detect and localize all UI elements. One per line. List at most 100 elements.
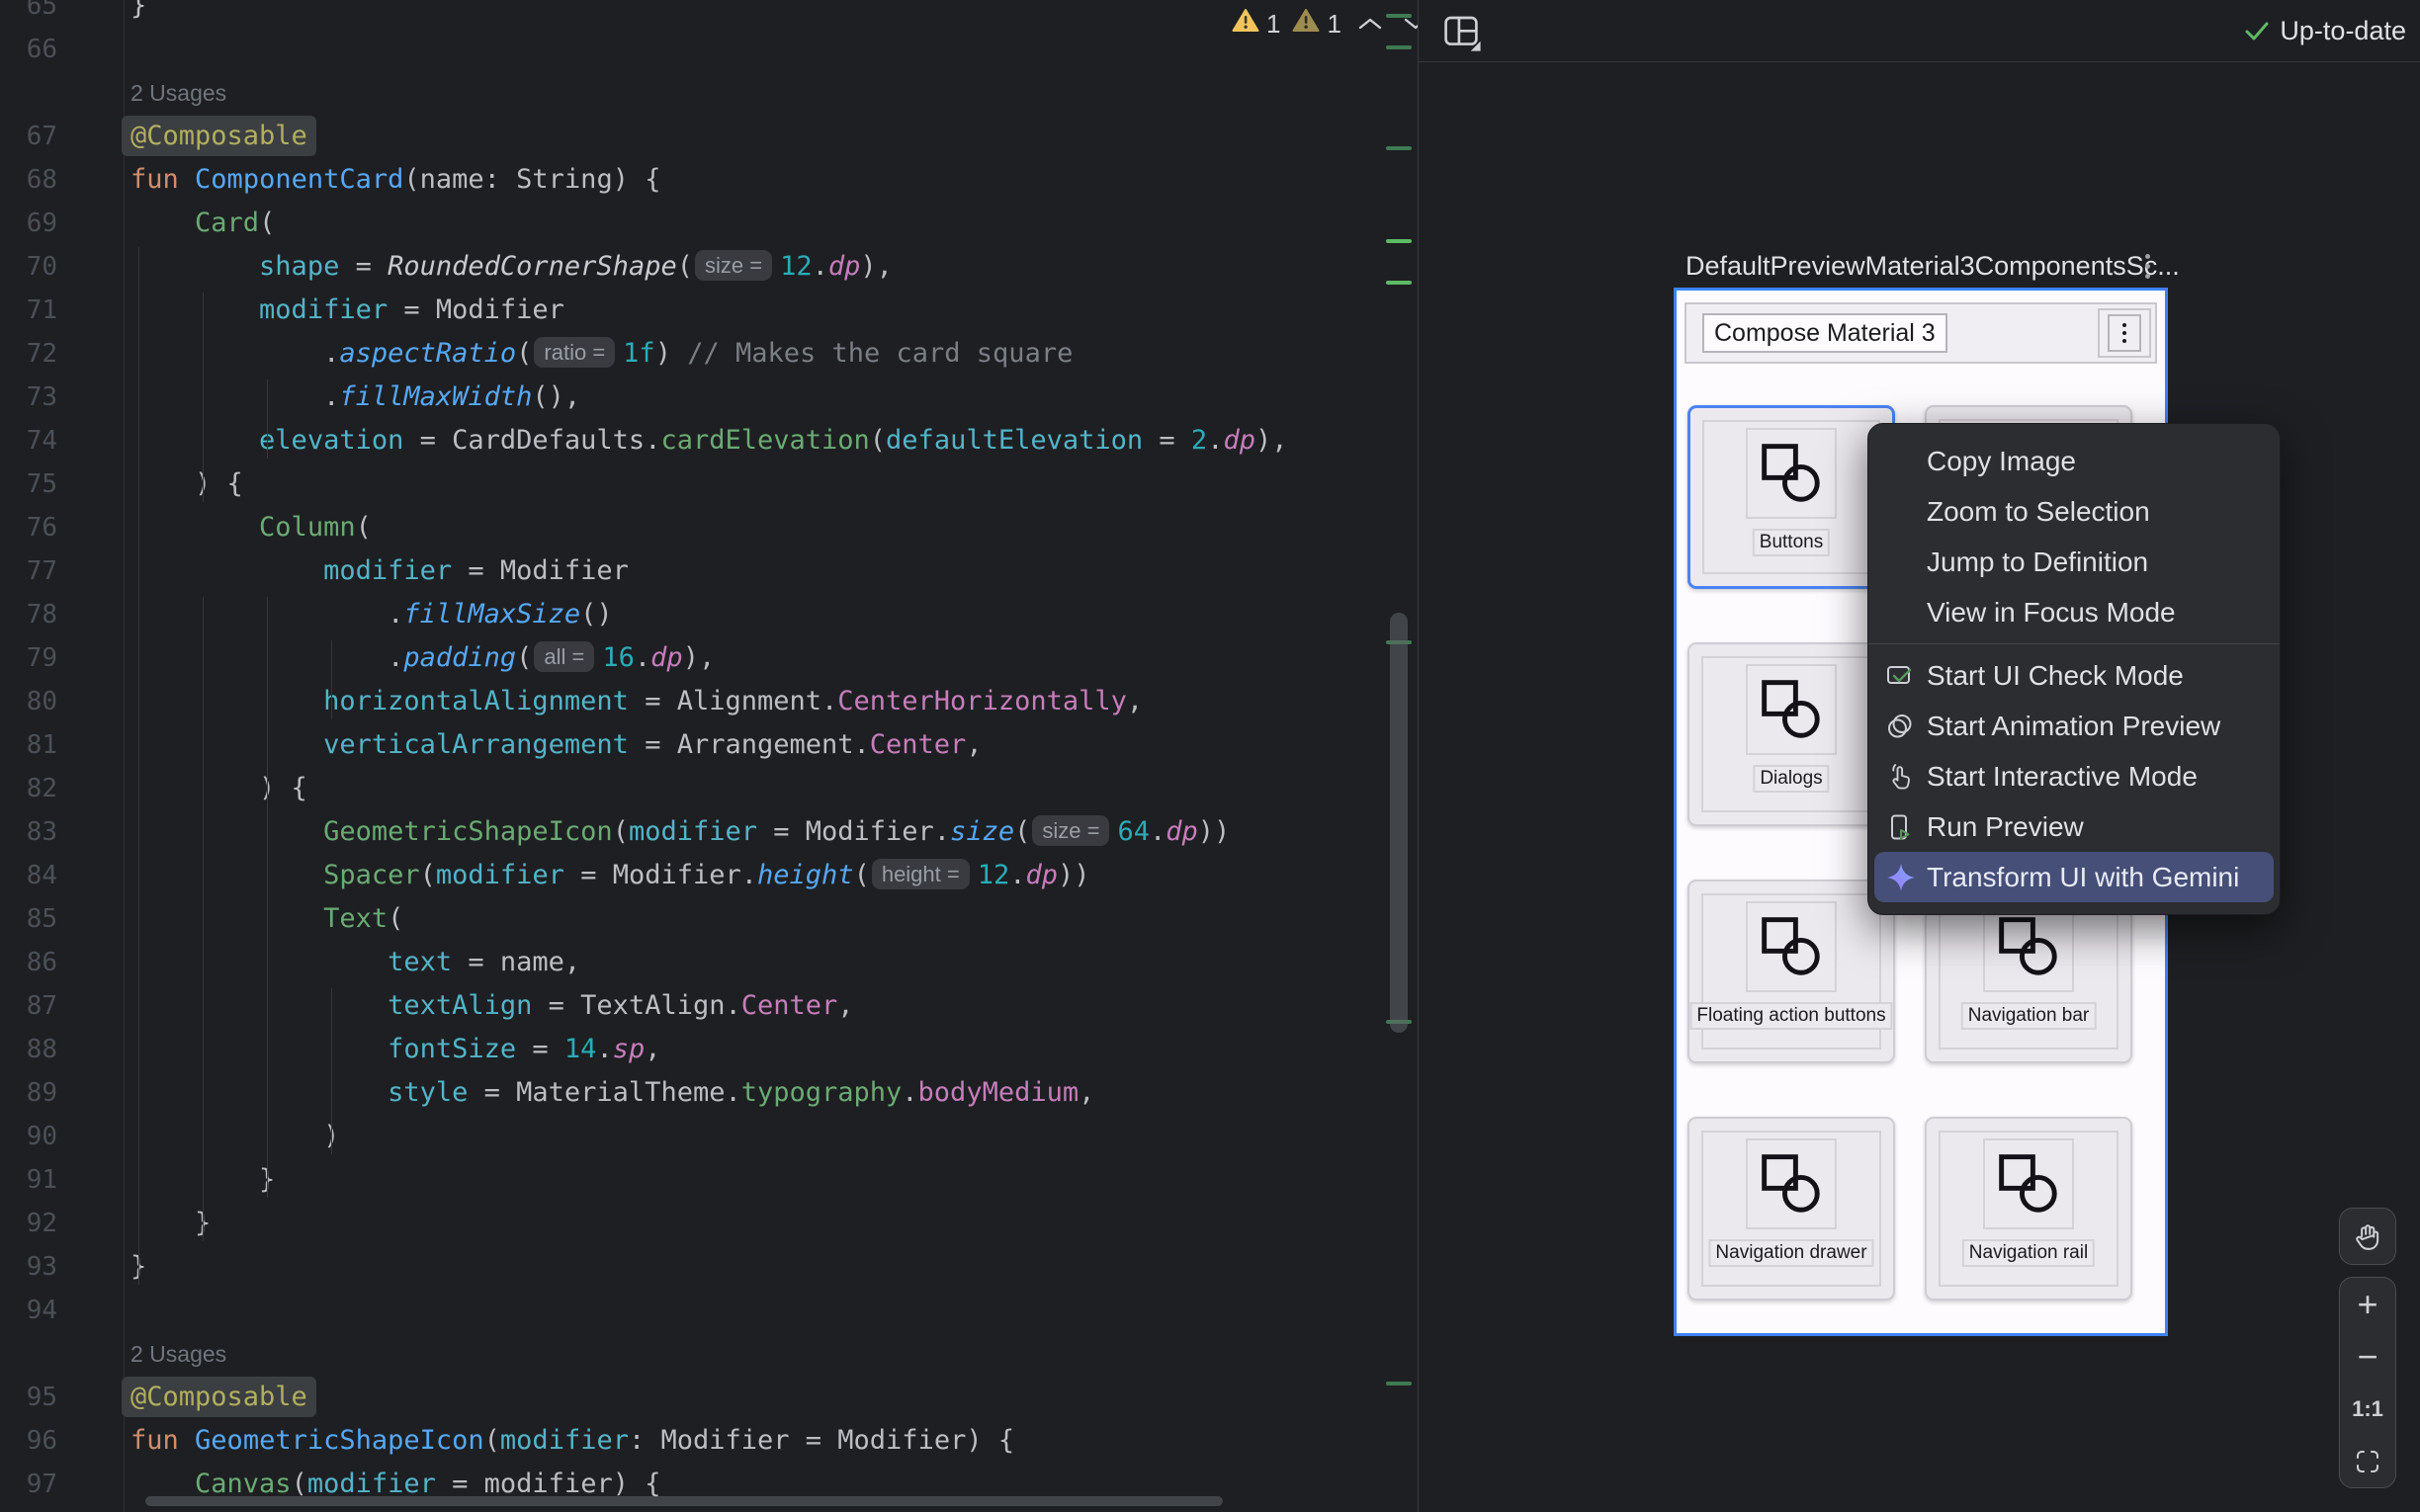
pan-tool-button[interactable] bbox=[2339, 1208, 2396, 1265]
chevron-up-icon bbox=[1357, 16, 1383, 32]
weak-warning-icon bbox=[1292, 8, 1320, 40]
code-line: 88 fontSize = 14.sp, bbox=[0, 1028, 1418, 1071]
zoom-actual-size-button[interactable]: 1:1 bbox=[2340, 1383, 2395, 1435]
code-line-content: } bbox=[130, 0, 146, 28]
code-line: 74 elevation = CardDefaults.cardElevatio… bbox=[0, 419, 1418, 462]
inlay-hint: all = bbox=[534, 641, 594, 672]
line-number: 91 bbox=[0, 1158, 57, 1202]
code-line-content: fun GeometricShapeIcon(modifier: Modifie… bbox=[130, 1419, 1014, 1463]
code-line: 77 modifier = Modifier bbox=[0, 549, 1418, 593]
line-number: 72 bbox=[0, 332, 57, 376]
card-label: Navigation drawer bbox=[1708, 1239, 1873, 1267]
line-number: 87 bbox=[0, 984, 57, 1028]
code-line: 80 horizontalAlignment = Alignment.Cente… bbox=[0, 680, 1418, 723]
line-number: 75 bbox=[0, 462, 57, 506]
line-number: 88 bbox=[0, 1028, 57, 1071]
editor-layout-mode-button[interactable] bbox=[1438, 9, 1484, 54]
code-editor[interactable]: 65}662 Usages67@Composable68fun Componen… bbox=[0, 0, 1418, 1512]
card-icon-box bbox=[1983, 1138, 2074, 1229]
code-line: 93} bbox=[0, 1245, 1418, 1289]
code-line: 72 .aspectRatio(ratio =1f) // Makes the … bbox=[0, 332, 1418, 376]
code-line-content: ) { bbox=[130, 767, 307, 810]
menu-item-jump-to-definition[interactable]: Jump to Definition bbox=[1868, 537, 2280, 587]
kebab-icon bbox=[2145, 254, 2150, 259]
line-number: 82 bbox=[0, 767, 57, 810]
scrollbar-thumb[interactable] bbox=[1390, 613, 1408, 1033]
zoom-to-fit-button[interactable] bbox=[2340, 1435, 2395, 1487]
code-line: 90 ) bbox=[0, 1115, 1418, 1158]
preview-options-button[interactable] bbox=[2133, 247, 2161, 285]
preview-card-floating-action-buttons[interactable]: Floating action buttons bbox=[1687, 880, 1895, 1063]
weak-warnings-indicator[interactable]: 1 bbox=[1292, 8, 1340, 40]
code-line: 76 Column( bbox=[0, 506, 1418, 549]
kebab-icon bbox=[2108, 314, 2141, 352]
menu-item-copy-image[interactable]: Copy Image bbox=[1868, 436, 2280, 486]
menu-item-view-in-focus-mode[interactable]: View in Focus Mode bbox=[1868, 587, 2280, 637]
menu-item-label: Start UI Check Mode bbox=[1927, 660, 2184, 692]
editor-scrollbar[interactable] bbox=[1382, 0, 1418, 1512]
code-line-content: modifier = Modifier bbox=[130, 289, 564, 332]
menu-item-start-ui-check-mode[interactable]: Start UI Check Mode bbox=[1868, 650, 2280, 701]
code-lines: 65}662 Usages67@Composable68fun Componen… bbox=[0, 0, 1418, 1506]
code-line-content: Spacer(modifier = Modifier.height(height… bbox=[130, 854, 1090, 897]
line-number: 84 bbox=[0, 854, 57, 897]
editor-horizontal-scrollbar[interactable] bbox=[145, 1496, 1223, 1506]
preview-title-row: DefaultPreviewMaterial3ComponentsSc... bbox=[1685, 247, 2160, 285]
code-line-content: .fillMaxWidth(), bbox=[130, 376, 580, 419]
menu-item-label: Jump to Definition bbox=[1927, 546, 2148, 578]
fit-to-window-icon bbox=[2355, 1449, 2380, 1474]
menu-item-start-animation-preview[interactable]: Start Animation Preview bbox=[1868, 701, 2280, 751]
status-label: Up-to-date bbox=[2280, 16, 2406, 46]
preview-card-dialogs[interactable]: Dialogs bbox=[1687, 642, 1895, 826]
menu-item-zoom-to-selection[interactable]: Zoom to Selection bbox=[1868, 486, 2280, 537]
zoom-out-button[interactable]: − bbox=[2340, 1330, 2395, 1383]
preview-status[interactable]: Up-to-date bbox=[2244, 0, 2406, 61]
change-marker bbox=[1386, 146, 1412, 150]
inlay-hint: ratio = bbox=[534, 337, 615, 368]
preview-title: DefaultPreviewMaterial3ComponentsSc... bbox=[1685, 247, 2160, 285]
geometric-shape-icon bbox=[1757, 1149, 1826, 1218]
preview-card-navigation-rail[interactable]: Navigation rail bbox=[1925, 1117, 2132, 1301]
preview-card-buttons[interactable]: Buttons bbox=[1687, 405, 1895, 589]
code-line-content: ) { bbox=[130, 462, 243, 506]
menu-item-run-preview[interactable]: Run Preview bbox=[1868, 801, 2280, 852]
usages-count-label[interactable]: 2 Usages bbox=[130, 71, 226, 115]
card-label: Dialogs bbox=[1753, 765, 1829, 793]
line-number: 66 bbox=[0, 28, 57, 71]
android-studio-window: 65}662 Usages67@Composable68fun Componen… bbox=[0, 0, 2420, 1512]
menu-item-start-interactive-mode[interactable]: Start Interactive Mode bbox=[1868, 751, 2280, 801]
code-line: 94 bbox=[0, 1289, 1418, 1332]
inlay-hint: size = bbox=[1032, 815, 1109, 846]
line-number: 95 bbox=[0, 1376, 57, 1419]
usages-count-label[interactable]: 2 Usages bbox=[130, 1332, 226, 1376]
warning-count: 1 bbox=[1266, 9, 1280, 40]
code-line: 87 textAlign = TextAlign.Center, bbox=[0, 984, 1418, 1028]
code-line: 85 Text( bbox=[0, 897, 1418, 941]
line-number: 97 bbox=[0, 1463, 57, 1506]
line-number: 77 bbox=[0, 549, 57, 593]
preview-app-bar-menu-button[interactable] bbox=[2098, 308, 2151, 358]
menu-item-label: Transform UI with Gemini bbox=[1927, 862, 2239, 893]
code-line-content: style = MaterialTheme.typography.bodyMed… bbox=[130, 1071, 1094, 1115]
change-marker bbox=[1386, 14, 1412, 18]
menu-item-label: View in Focus Mode bbox=[1927, 597, 2176, 629]
code-line-content: GeometricShapeIcon(modifier = Modifier.s… bbox=[130, 810, 1230, 854]
split-layout-icon bbox=[1440, 11, 1482, 52]
menu-separator bbox=[1868, 643, 2280, 644]
code-line: 68fun ComponentCard(name: String) { bbox=[0, 158, 1418, 202]
menu-item-label: Copy Image bbox=[1927, 446, 2076, 477]
check-icon bbox=[2244, 20, 2270, 42]
zoom-in-button[interactable]: + bbox=[2340, 1278, 2395, 1330]
code-line: 91 } bbox=[0, 1158, 1418, 1202]
menu-item-transform-ui-with-gemini[interactable]: Transform UI with Gemini bbox=[1874, 852, 2274, 902]
code-line-content: textAlign = TextAlign.Center, bbox=[130, 984, 854, 1028]
code-line-content: .padding(all =16.dp), bbox=[130, 636, 715, 680]
line-number: 73 bbox=[0, 376, 57, 419]
code-line-content: Card( bbox=[130, 202, 275, 245]
code-line: 81 verticalArrangement = Arrangement.Cen… bbox=[0, 723, 1418, 767]
menu-item-label: Run Preview bbox=[1927, 811, 2084, 843]
menu-item-label: Zoom to Selection bbox=[1927, 496, 2150, 528]
warnings-indicator[interactable]: 1 bbox=[1232, 8, 1280, 40]
line-number: 78 bbox=[0, 593, 57, 636]
preview-card-navigation-drawer[interactable]: Navigation drawer bbox=[1687, 1117, 1895, 1301]
